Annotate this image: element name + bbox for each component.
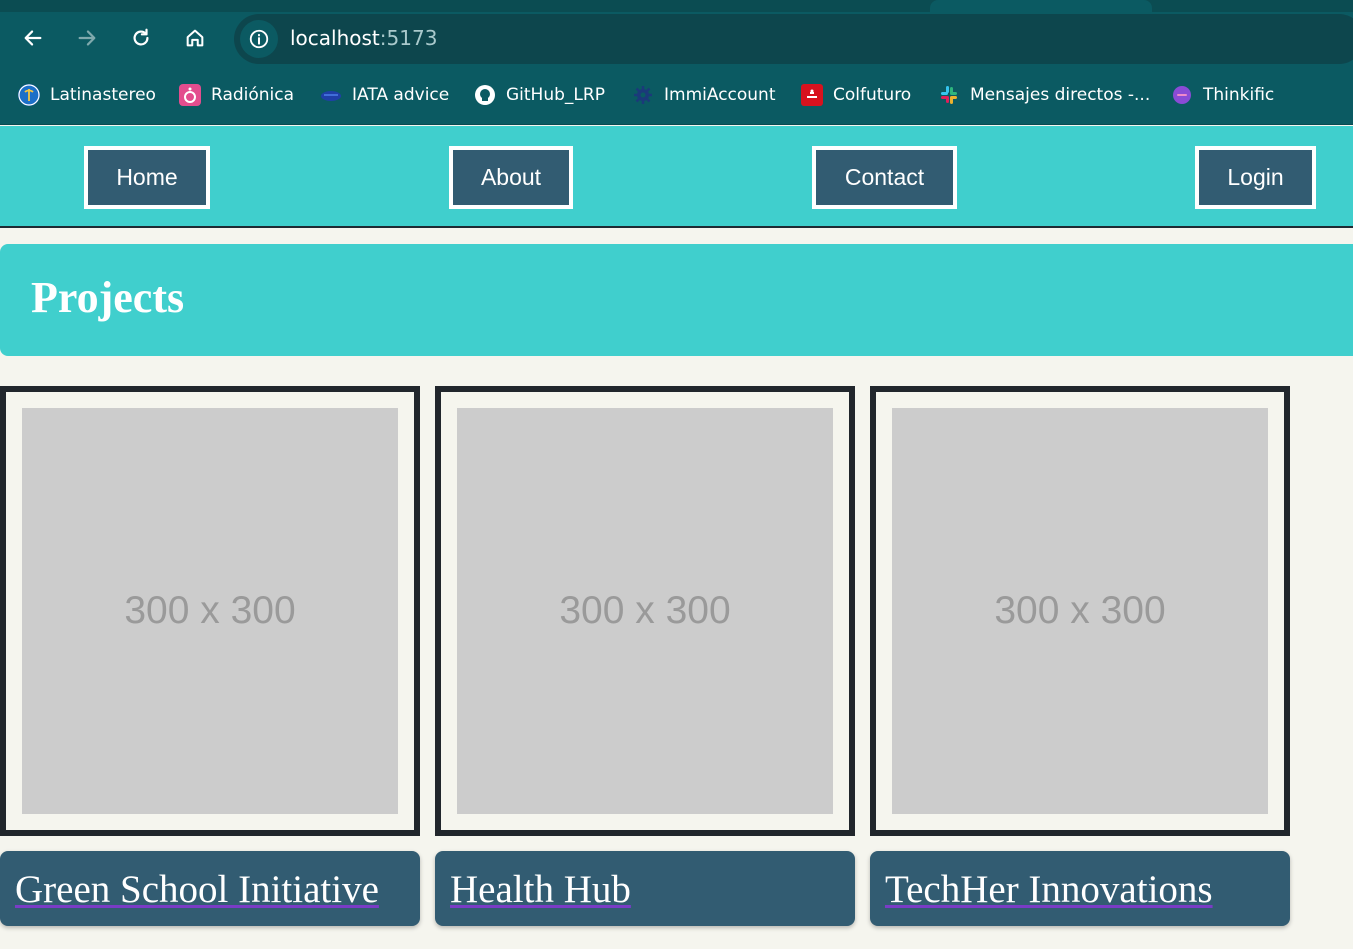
latinastereo-icon [18, 84, 40, 106]
placeholder-image: 300 x 300 [22, 408, 398, 814]
bookmark-label: Thinkific [1203, 85, 1275, 105]
home-nav-button[interactable]: Home [84, 146, 210, 209]
contact-nav-button[interactable]: Contact [812, 146, 957, 209]
login-button[interactable]: Login [1195, 146, 1316, 209]
projects-header [0, 244, 1353, 356]
active-tab[interactable] [930, 0, 1152, 12]
project-card-image: 300 x 300 [870, 386, 1290, 836]
github-icon [474, 84, 496, 106]
site-info-button[interactable] [240, 20, 278, 58]
reload-icon [133, 28, 149, 46]
bookmark-immiaccount[interactable]: ImmiAccount [632, 82, 776, 108]
page-title: Projects [31, 273, 185, 322]
home-button[interactable] [179, 22, 211, 54]
colfuturo-icon [801, 84, 823, 106]
back-arrow-icon [24, 30, 42, 46]
bookmark-label: GitHub_LRP [506, 85, 605, 105]
info-icon [249, 29, 269, 49]
project-card-caption: Green School Initiative [0, 851, 420, 926]
slack-icon [938, 84, 960, 106]
back-button[interactable] [17, 22, 49, 54]
bookmark-iata[interactable]: IATA advice [320, 82, 449, 108]
about-nav-button[interactable]: About [449, 146, 573, 209]
url-text[interactable]: localhost:5173 [290, 26, 437, 50]
project-link-techher[interactable]: TechHer Innovations [885, 867, 1213, 912]
project-card-caption: TechHer Innovations [870, 851, 1290, 926]
main-navbar: Home About Contact Login [0, 126, 1353, 228]
bookmarks-bar: Latinastereo Radiónica IATA advice GitHu… [0, 66, 1353, 125]
bookmark-slack[interactable]: Mensajes directos -... [938, 82, 1150, 108]
placeholder-image: 300 x 300 [892, 408, 1268, 814]
iata-icon [320, 84, 342, 106]
project-card-caption: Health Hub [435, 851, 855, 926]
forward-arrow-icon [78, 30, 96, 46]
project-card-image: 300 x 300 [0, 386, 420, 836]
bookmark-colfuturo[interactable]: Colfuturo [801, 82, 911, 108]
bookmark-label: Colfuturo [833, 85, 912, 105]
project-link-health-hub[interactable]: Health Hub [450, 867, 631, 912]
bookmark-github[interactable]: GitHub_LRP [474, 82, 605, 108]
bookmark-label: IATA advice [352, 85, 450, 105]
url-host: localhost [290, 26, 380, 50]
reload-button[interactable] [125, 22, 157, 54]
bookmark-label: ImmiAccount [664, 85, 776, 105]
home-icon [186, 29, 204, 47]
bookmark-radionica[interactable]: Radiónica [179, 82, 294, 108]
bookmark-label: Radiónica [211, 85, 295, 105]
thinkific-icon [1171, 84, 1193, 106]
radionica-icon [179, 84, 201, 106]
project-card-image: 300 x 300 [435, 386, 855, 836]
forward-button[interactable] [71, 22, 103, 54]
url-port: :5173 [379, 26, 438, 50]
project-link-green-school[interactable]: Green School Initiative [15, 867, 379, 912]
immiaccount-icon [632, 84, 654, 106]
bookmark-label: Latinastereo [50, 85, 156, 105]
bookmark-latinastereo[interactable]: Latinastereo [18, 82, 156, 108]
bookmark-label: Mensajes directos -... [970, 85, 1151, 105]
bookmark-thinkific[interactable]: Thinkific [1171, 82, 1274, 108]
placeholder-image: 300 x 300 [457, 408, 833, 814]
